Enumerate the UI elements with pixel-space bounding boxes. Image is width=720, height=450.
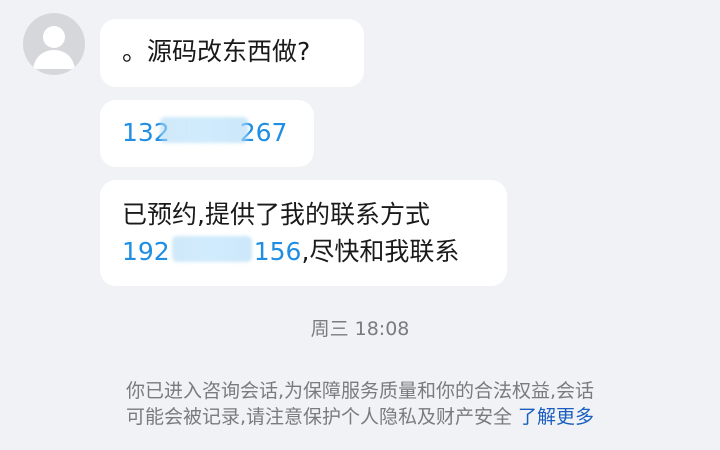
phone-prefix: 192 (122, 237, 170, 266)
message-text: 。源码改东西做? (122, 37, 311, 66)
message-line-with-phone: 192 156,尽快和我联系 (122, 233, 507, 270)
message-timestamp: 周三 18:08 (310, 318, 410, 340)
phone-suffix: 156 (253, 237, 302, 266)
contact-avatar[interactable] (23, 13, 85, 75)
message-bubble-appointment[interactable]: 已预约,提供了我的联系方式 192 156,尽快和我联系 (100, 180, 507, 286)
privacy-notice: 你已进入咨询会话,为保障服务质量和你的合法权益,会话 可能会被记录,请注意保护个… (0, 378, 720, 430)
person-icon (33, 26, 75, 69)
phone-number-link[interactable]: 132 267 (122, 114, 287, 151)
message-bubble-question[interactable]: 。源码改东西做? (100, 19, 364, 87)
privacy-notice-line: 可能会被记录,请注意保护个人隐私及财产安全 了解更多 (0, 404, 720, 430)
privacy-notice-line: 你已进入咨询会话,为保障服务质量和你的合法权益,会话 (125, 380, 595, 402)
learn-more-link[interactable]: 了解更多 (518, 406, 594, 428)
phone-number-link[interactable]: 192 156 (122, 233, 301, 270)
message-line: 已预约,提供了我的联系方式 (122, 200, 430, 229)
phone-redaction-mask (171, 236, 252, 262)
message-bubble-phone[interactable]: 132 267 (100, 100, 314, 167)
message-text: ,尽快和我联系 (301, 237, 460, 266)
privacy-notice-text: 可能会被记录,请注意保护个人隐私及财产安全 (125, 406, 512, 428)
phone-redaction-mask (159, 117, 248, 143)
